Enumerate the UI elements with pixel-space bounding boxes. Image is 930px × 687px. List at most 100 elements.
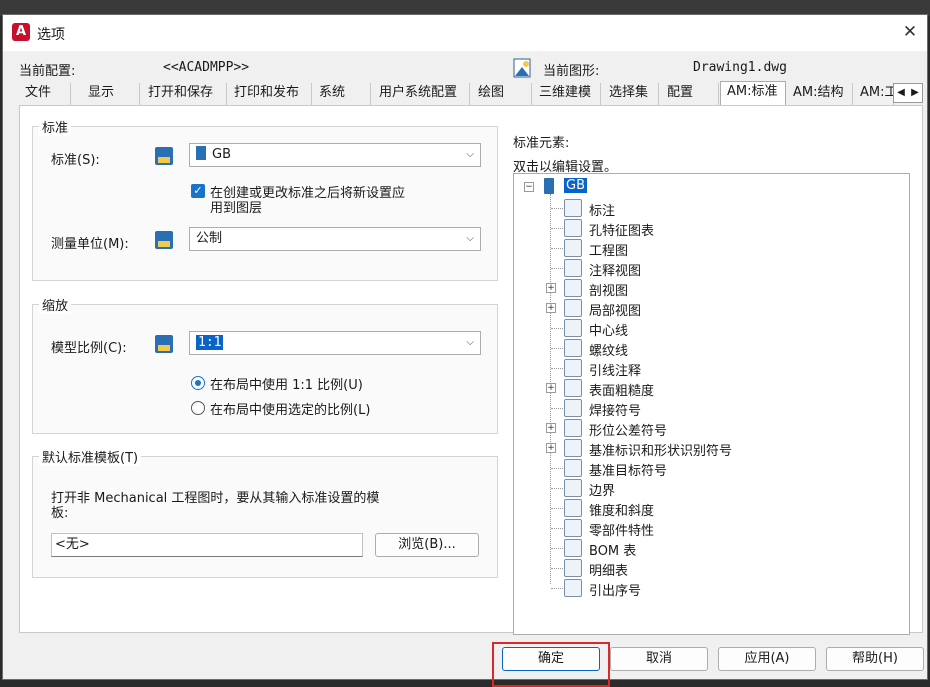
tree-node[interactable]: 形位公差符号 — [589, 420, 667, 439]
tree-node[interactable]: 边界 — [589, 480, 615, 499]
tree-node[interactable]: 引出序号 — [589, 580, 641, 599]
standard-elements-tree[interactable]: − GB 标注 孔特征图表 工程图 注释视图 + 剖视图 + 局部视图 中心线 螺纹线 引线注释 + 表… — [513, 173, 910, 635]
apply-to-layers-label-line2: 用到图层 — [210, 201, 263, 216]
scale-selected-radio[interactable] — [191, 401, 205, 415]
tab-am-standards[interactable]: AM:标准 — [720, 81, 786, 105]
title-bar: A 选项 ✕ — [3, 15, 927, 51]
scale-group: 缩放 模型比例(C): 1:1 ⌵ 在布局中使用 1:1 比例(U) 在布局中使… — [32, 295, 498, 434]
parts-list-icon — [564, 559, 582, 577]
tree-node[interactable]: 中心线 — [589, 320, 628, 339]
tree-node[interactable]: 锥度和斜度 — [589, 500, 654, 519]
tree-node[interactable]: 基准标识和形状识别符号 — [589, 440, 732, 459]
tab-content-panel: 标准 标准(S): GB ⌵ ✓ 在创建或更改标准之后将新设置应 用到图层 测量… — [19, 105, 923, 635]
tree-connector — [551, 268, 563, 269]
tree-node[interactable]: 焊接符号 — [589, 400, 641, 419]
current-drawing-value: Drawing1.dwg — [693, 60, 787, 75]
tab-drafting[interactable]: 绘图 — [472, 83, 532, 105]
tab-3d-modeling[interactable]: 三维建模 — [533, 83, 601, 105]
standard-group-title: 标准 — [39, 117, 72, 136]
annotation-view-icon — [564, 259, 582, 277]
collapse-icon[interactable]: − — [524, 182, 534, 192]
weld-symbol-icon — [564, 399, 582, 417]
scale-group-title: 缩放 — [39, 295, 72, 314]
tree-root-node[interactable]: GB — [564, 178, 587, 193]
fcf-icon — [564, 419, 582, 437]
edge-icon — [564, 479, 582, 497]
tree-node[interactable]: 螺纹线 — [589, 340, 628, 359]
close-button[interactable]: ✕ — [893, 15, 927, 49]
tree-node[interactable]: 基准目标符号 — [589, 460, 667, 479]
unit-label: 测量单位(M): — [51, 237, 129, 252]
tree-node[interactable]: BOM 表 — [589, 540, 636, 559]
tree-node[interactable]: 明细表 — [589, 560, 628, 579]
tab-profiles[interactable]: 配置 — [661, 83, 719, 105]
expand-icon[interactable]: + — [546, 443, 556, 453]
tree-connector — [551, 488, 563, 489]
scroll-left-icon[interactable]: ◀ — [894, 84, 908, 102]
template-group-title: 默认标准模板(T) — [39, 447, 142, 466]
scale-1-to-1-label: 在布局中使用 1:1 比例(U) — [210, 378, 363, 393]
detail-view-icon — [564, 299, 582, 317]
model-scale-select[interactable]: 1:1 ⌵ — [189, 331, 481, 355]
standard-select[interactable]: GB ⌵ — [189, 143, 481, 167]
expand-icon[interactable]: + — [546, 303, 556, 313]
tab-files[interactable]: 文件 — [19, 83, 71, 105]
tab-scroll-buttons: ◀ ▶ — [893, 83, 923, 103]
help-button[interactable]: 帮助(H) — [826, 647, 924, 671]
template-desc-line1: 打开非 Mechanical 工程图时，要从其输入标准设置的模 — [51, 491, 380, 506]
balloon-icon — [564, 579, 582, 597]
tree-node[interactable]: 零部件特性 — [589, 520, 654, 539]
current-drawing-label: 当前图形: — [543, 64, 600, 79]
tree-node[interactable]: 工程图 — [589, 240, 628, 259]
apply-to-layers-checkbox[interactable]: ✓ — [191, 184, 205, 198]
book-icon — [544, 178, 554, 194]
tree-connector — [551, 508, 563, 509]
drawing-icon — [564, 239, 582, 257]
cancel-button[interactable]: 取消 — [610, 647, 708, 671]
template-path-field[interactable]: <无> — [51, 533, 363, 557]
tree-connector — [551, 408, 563, 409]
tab-am-more[interactable]: AM:工 — [854, 83, 894, 105]
tree-connector — [551, 348, 563, 349]
tree-node[interactable]: 注释视图 — [589, 260, 641, 279]
tree-connector — [551, 468, 563, 469]
tree-connector — [551, 228, 563, 229]
tab-selection[interactable]: 选择集 — [603, 83, 659, 105]
chevron-down-icon: ⌵ — [466, 149, 474, 160]
apply-button[interactable]: 应用(A) — [718, 647, 816, 671]
tab-am-structure[interactable]: AM:结构 — [787, 83, 853, 105]
tree-node[interactable]: 孔特征图表 — [589, 220, 654, 239]
tree-connector — [551, 368, 563, 369]
tree-node[interactable]: 表面粗糙度 — [589, 380, 654, 399]
tab-user-preferences[interactable]: 用户系统配置 — [373, 83, 470, 105]
taper-slope-icon — [564, 499, 582, 517]
scroll-right-icon[interactable]: ▶ — [908, 84, 922, 102]
tree-connector — [551, 588, 563, 589]
tab-open-save[interactable]: 打开和保存 — [142, 83, 227, 105]
tree-node[interactable]: 引线注释 — [589, 360, 641, 379]
tree-node[interactable]: 局部视图 — [589, 300, 641, 319]
unit-select[interactable]: 公制 ⌵ — [189, 227, 481, 251]
tree-connector — [551, 208, 563, 209]
surface-texture-icon — [564, 379, 582, 397]
tree-label: 标准元素: — [513, 136, 570, 151]
expand-icon[interactable]: + — [546, 383, 556, 393]
chevron-down-icon: ⌵ — [466, 337, 474, 348]
thread-icon — [564, 339, 582, 357]
datum-target-icon — [564, 459, 582, 477]
tab-system[interactable]: 系统 — [313, 83, 371, 105]
expand-icon[interactable]: + — [546, 283, 556, 293]
expand-icon[interactable]: + — [546, 423, 556, 433]
current-config-value: <<ACADMPP>> — [163, 60, 250, 75]
tree-node[interactable]: 剖视图 — [589, 280, 628, 299]
tab-display[interactable]: 显示 — [82, 83, 140, 105]
browse-button[interactable]: 浏览(B)... — [375, 533, 479, 557]
scale-1-to-1-radio[interactable] — [191, 376, 205, 390]
tree-node[interactable]: 标注 — [589, 200, 615, 219]
tab-plot-publish[interactable]: 打印和发布 — [228, 83, 312, 105]
options-dialog: A 选项 ✕ 当前配置: <<ACADMPP>> 当前图形: Drawing1.… — [2, 14, 928, 687]
tree-connector — [551, 568, 563, 569]
drawing-file-icon — [513, 58, 531, 78]
ok-button[interactable]: 确定 — [502, 647, 600, 671]
tree-connector — [551, 548, 563, 549]
